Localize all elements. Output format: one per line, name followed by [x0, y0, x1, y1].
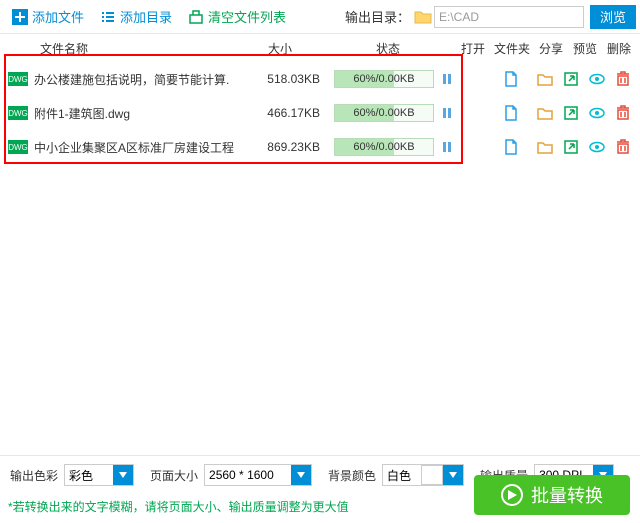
file-size: 466.17KB — [260, 106, 320, 120]
pause-button[interactable] — [440, 140, 454, 154]
open-file-icon[interactable] — [502, 138, 520, 156]
column-headers: 文件名称 大小 状态 打开 文件夹 分享 预览 删除 — [0, 34, 640, 62]
color-value[interactable] — [65, 465, 113, 485]
file-name: 中小企业集聚区A区标准厂房建设工程 — [34, 139, 260, 156]
clear-icon — [188, 9, 204, 25]
output-dir-input[interactable] — [434, 6, 584, 28]
bgcolor-value[interactable] — [383, 465, 421, 485]
progress-text: 60%/0.00KB — [335, 105, 433, 121]
open-file-icon[interactable] — [502, 70, 520, 88]
pagesize-label: 页面大小 — [150, 467, 198, 484]
open-folder-icon[interactable] — [536, 138, 554, 156]
progress-bar: 60%/0.00KB — [334, 104, 434, 122]
browse-button[interactable]: 浏览 — [590, 5, 636, 29]
toolbar: 添加文件 添加目录 清空文件列表 输出目录： 浏览 — [0, 0, 640, 34]
color-label: 输出色彩 — [10, 467, 58, 484]
share-icon[interactable] — [562, 70, 580, 88]
file-name: 办公楼建施包括说明，简要节能计算. — [34, 71, 260, 88]
dwg-badge: DWG — [8, 106, 28, 120]
delete-icon[interactable] — [614, 104, 632, 122]
bgcolor-select[interactable] — [382, 464, 464, 486]
folder-icon — [414, 9, 432, 25]
delete-icon[interactable] — [614, 138, 632, 156]
file-size: 518.03KB — [260, 72, 320, 86]
header-state: 状态 — [373, 40, 403, 57]
header-share: 分享 — [538, 40, 564, 57]
file-size: 869.23KB — [260, 140, 320, 154]
file-list: DWG办公楼建施包括说明，简要节能计算.518.03KB60%/0.00KBDW… — [0, 62, 640, 164]
table-row: DWG 中小企业集聚区A区标准厂房建设工程869.23KB 60%/0.00KB — [0, 130, 640, 164]
delete-icon[interactable] — [614, 70, 632, 88]
clear-list-label: 清空文件列表 — [208, 7, 286, 26]
pagesize-value[interactable] — [205, 465, 291, 485]
play-icon — [501, 484, 523, 506]
chevron-down-icon[interactable] — [113, 465, 133, 485]
add-file-button[interactable]: 添加文件 — [4, 0, 92, 34]
batch-convert-button[interactable]: 批量转换 — [474, 475, 630, 515]
header-name: 文件名称 — [8, 40, 120, 57]
bgcolor-swatch — [421, 465, 443, 485]
list-icon — [100, 9, 116, 25]
add-file-label: 添加文件 — [32, 7, 84, 26]
open-file-icon[interactable] — [502, 104, 520, 122]
add-dir-label: 添加目录 — [120, 7, 172, 26]
pause-button[interactable] — [440, 106, 454, 120]
share-icon[interactable] — [562, 138, 580, 156]
open-folder-icon[interactable] — [536, 70, 554, 88]
open-folder-icon[interactable] — [536, 104, 554, 122]
bottom-bar: 输出色彩 页面大小 背景颜色 输出质量 *若转换出来的文字模糊，请将页面大小、输… — [0, 455, 640, 523]
header-size: 大小 — [265, 40, 295, 57]
table-row: DWG 办公楼建施包括说明，简要节能计算.518.03KB 60%/0.00KB — [0, 62, 640, 96]
header-folder: 文件夹 — [494, 40, 530, 57]
bgcolor-label: 背景颜色 — [328, 467, 376, 484]
share-icon[interactable] — [562, 104, 580, 122]
progress-bar: 60%/0.00KB — [334, 138, 434, 156]
dwg-badge: DWG — [8, 140, 28, 154]
color-select[interactable] — [64, 464, 134, 486]
chevron-down-icon[interactable] — [443, 465, 463, 485]
preview-icon[interactable] — [588, 104, 606, 122]
dwg-badge: DWG — [8, 72, 28, 86]
convert-label: 批量转换 — [531, 482, 603, 508]
chevron-down-icon[interactable] — [291, 465, 311, 485]
pagesize-select[interactable] — [204, 464, 312, 486]
plus-icon — [12, 9, 28, 25]
progress-text: 60%/0.00KB — [335, 71, 433, 87]
progress-bar: 60%/0.00KB — [334, 70, 434, 88]
table-row: DWG 附件1-建筑图.dwg466.17KB 60%/0.00KB — [0, 96, 640, 130]
clear-list-button[interactable]: 清空文件列表 — [180, 0, 294, 34]
header-open: 打开 — [460, 40, 486, 57]
output-dir-label: 输出目录： — [345, 7, 410, 26]
header-preview: 预览 — [572, 40, 598, 57]
header-delete: 删除 — [606, 40, 632, 57]
file-name: 附件1-建筑图.dwg — [34, 105, 260, 122]
preview-icon[interactable] — [588, 138, 606, 156]
pause-button[interactable] — [440, 72, 454, 86]
progress-text: 60%/0.00KB — [335, 139, 433, 155]
preview-icon[interactable] — [588, 70, 606, 88]
add-dir-button[interactable]: 添加目录 — [92, 0, 180, 34]
